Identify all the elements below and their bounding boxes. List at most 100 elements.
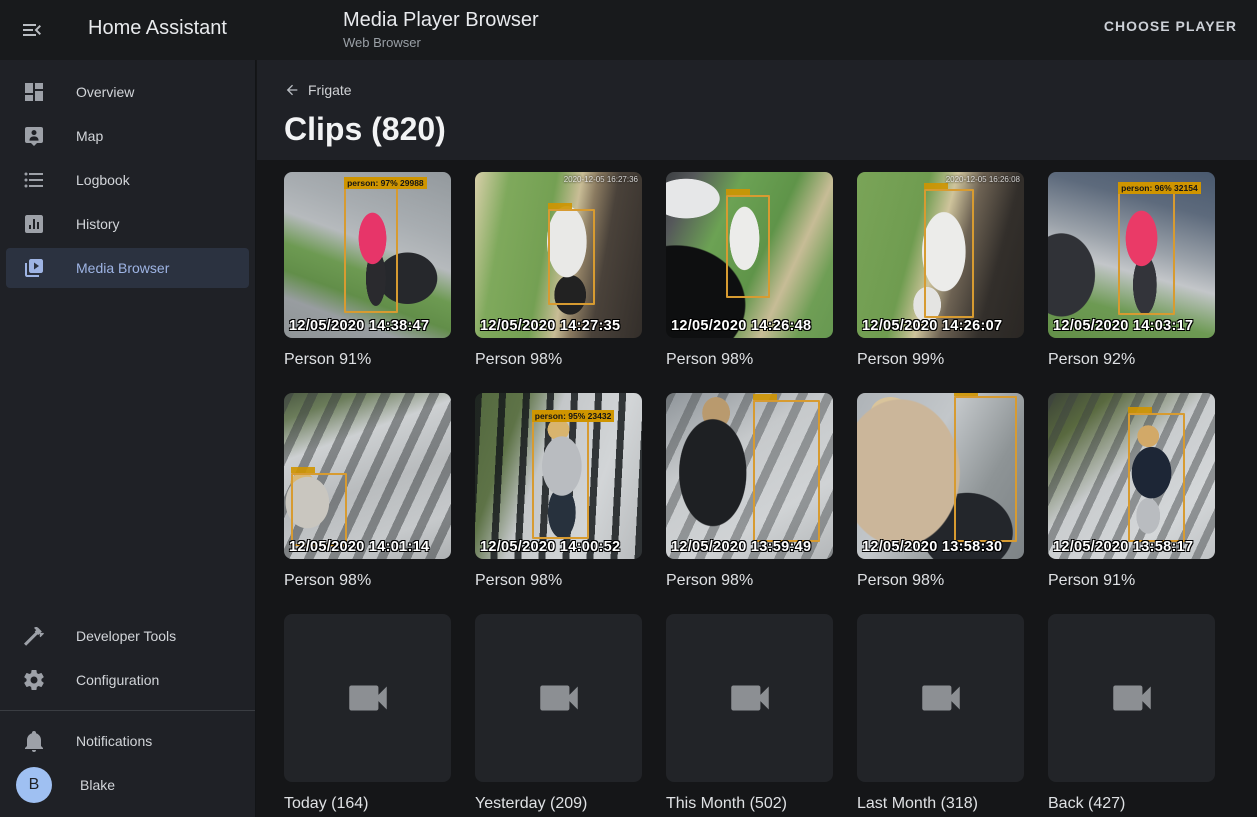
clip-thumbnail[interactable]: 12/05/2020 13:58:17 — [1048, 393, 1215, 559]
clip-timestamp-overlay: 12/05/2020 14:03:17 — [1053, 318, 1193, 334]
clip-camera-time: 2020-12-05 16:26:08 — [946, 175, 1020, 184]
breadcrumb-label: Frigate — [308, 82, 352, 98]
clip-label: Person 98% — [284, 571, 451, 590]
detection-bbox: person: 97% 29988 — [344, 187, 397, 313]
clips-grid: person: 97% 29988 12/05/2020 14:38:47 Pe… — [284, 172, 1257, 614]
sidebar-item-logbook[interactable]: Logbook — [6, 160, 249, 200]
clip-cell: 12/05/2020 13:58:17 Person 91% — [1048, 393, 1215, 614]
clip-timestamp-overlay: 12/05/2020 14:26:48 — [671, 318, 811, 334]
clip-label: Person 98% — [666, 350, 833, 369]
sidebar-nav-list: Overview Map Logbook History Media Brows… — [0, 60, 255, 292]
clip-thumbnail[interactable]: 12/05/2020 13:58:30 — [857, 393, 1024, 559]
page-title: Media Player Browser — [343, 9, 539, 32]
arrow-left-icon — [284, 82, 300, 98]
page-section-title: Clips (820) — [284, 111, 1257, 148]
sidebar-divider — [0, 710, 255, 711]
videocam-icon — [916, 673, 966, 723]
clip-timestamp-overlay: 12/05/2020 14:38:47 — [289, 318, 429, 334]
sidebar-item-configuration[interactable]: Configuration — [6, 660, 249, 700]
clip-timestamp-overlay: 12/05/2020 13:58:17 — [1053, 539, 1193, 555]
detection-bbox — [291, 473, 348, 546]
clip-cell: 12/05/2020 14:26:48 Person 98% — [666, 172, 833, 393]
clip-timestamp-overlay: 12/05/2020 13:59:49 — [671, 539, 811, 555]
sidebar-item-label: Logbook — [76, 172, 130, 188]
media-grid-area: person: 97% 29988 12/05/2020 14:38:47 Pe… — [257, 160, 1257, 817]
clip-camera-time: 2020-12-05 16:27:36 — [564, 175, 638, 184]
clip-thumbnail[interactable]: 12/05/2020 13:59:49 — [666, 393, 833, 559]
clip-thumbnail[interactable]: 12/05/2020 14:26:48 — [666, 172, 833, 338]
clip-label: Person 98% — [857, 571, 1024, 590]
folders-grid: Today (164) Yesterday (209) This Month (… — [284, 614, 1257, 817]
clip-cell: person: 97% 29988 12/05/2020 14:38:47 Pe… — [284, 172, 451, 393]
clip-label: Person 99% — [857, 350, 1024, 369]
folder-label: Last Month (318) — [857, 794, 1024, 813]
sidebar-item-label: Media Browser — [76, 260, 169, 276]
clip-label: Person 98% — [475, 350, 642, 369]
main-panel: Frigate Clips (820) person: 97% 29988 12… — [257, 60, 1257, 817]
videocam-icon — [1107, 673, 1157, 723]
sidebar-item-developer-tools[interactable]: Developer Tools — [6, 616, 249, 656]
clip-bbox-label: person: 95% 23432 — [532, 410, 615, 422]
videocam-icon — [343, 673, 393, 723]
clip-timestamp-overlay: 12/05/2020 14:01:14 — [289, 539, 429, 555]
folder-card[interactable] — [666, 614, 833, 782]
clip-cell: 2020-12-05 16:26:08 12/05/2020 14:26:07 … — [857, 172, 1024, 393]
folder-cell: Yesterday (209) — [475, 614, 642, 817]
detection-bbox — [1128, 413, 1185, 542]
sidebar-item-user[interactable]: B Blake — [6, 765, 249, 805]
history-icon — [22, 212, 46, 236]
bell-icon — [22, 729, 46, 753]
app-title: Home Assistant — [88, 17, 227, 40]
clip-cell: person: 96% 32154 12/05/2020 14:03:17 Pe… — [1048, 172, 1215, 393]
sidebar-item-overview[interactable]: Overview — [6, 72, 249, 112]
clip-cell: 12/05/2020 13:58:30 Person 98% — [857, 393, 1024, 614]
detection-bbox: person: 96% 32154 — [1118, 192, 1175, 315]
clip-thumbnail[interactable]: person: 96% 32154 12/05/2020 14:03:17 — [1048, 172, 1215, 338]
folder-card[interactable] — [857, 614, 1024, 782]
clip-thumbnail[interactable]: 2020-12-05 16:27:36 12/05/2020 14:27:35 — [475, 172, 642, 338]
developer-tools-icon — [22, 624, 46, 648]
clip-timestamp-overlay: 12/05/2020 13:58:30 — [862, 539, 1002, 555]
folder-cell: Last Month (318) — [857, 614, 1024, 817]
sidebar-item-media-browser[interactable]: Media Browser — [6, 248, 249, 288]
sidebar-item-history[interactable]: History — [6, 204, 249, 244]
clip-cell: 12/05/2020 14:01:14 Person 98% — [284, 393, 451, 614]
folder-label: Back (427) — [1048, 794, 1215, 813]
folder-label: Today (164) — [284, 794, 451, 813]
clip-label: Person 91% — [1048, 571, 1215, 590]
clip-cell: person: 95% 23432 12/05/2020 14:00:52 Pe… — [475, 393, 642, 614]
app-header: Home Assistant Media Player Browser Web … — [0, 0, 1257, 60]
clip-timestamp-overlay: 12/05/2020 14:26:07 — [862, 318, 1002, 334]
choose-player-button[interactable]: CHOOSE PLAYER — [1104, 18, 1237, 34]
folder-cell: This Month (502) — [666, 614, 833, 817]
avatar: B — [16, 767, 52, 803]
clip-label: Person 91% — [284, 350, 451, 369]
clip-thumbnail[interactable]: person: 97% 29988 12/05/2020 14:38:47 — [284, 172, 451, 338]
detection-bbox — [753, 400, 820, 543]
menu-open-icon[interactable] — [20, 18, 44, 42]
clip-thumbnail[interactable]: 12/05/2020 14:01:14 — [284, 393, 451, 559]
clip-cell: 2020-12-05 16:27:36 12/05/2020 14:27:35 … — [475, 172, 642, 393]
folder-card[interactable] — [284, 614, 451, 782]
sidebar: Overview Map Logbook History Media Brows… — [0, 60, 256, 817]
sidebar-item-map[interactable]: Map — [6, 116, 249, 156]
breadcrumb-back[interactable]: Frigate — [284, 82, 352, 98]
clip-bbox-label: person: 96% 32154 — [1118, 182, 1201, 194]
clip-bbox-label: person: 97% 29988 — [344, 177, 427, 189]
clip-thumbnail[interactable]: 2020-12-05 16:26:08 12/05/2020 14:26:07 — [857, 172, 1024, 338]
sidebar-item-label: History — [76, 216, 120, 232]
media-browser-icon — [22, 256, 46, 280]
detection-bbox — [954, 396, 1017, 542]
folder-card[interactable] — [475, 614, 642, 782]
page-subtitle: Web Browser — [343, 35, 539, 50]
sidebar-item-label: Developer Tools — [76, 628, 176, 644]
sidebar-item-notifications[interactable]: Notifications — [6, 721, 249, 761]
clip-thumbnail[interactable]: person: 95% 23432 12/05/2020 14:00:52 — [475, 393, 642, 559]
sidebar-footer: Notifications B Blake — [0, 717, 255, 817]
folder-card[interactable] — [1048, 614, 1215, 782]
detection-bbox — [726, 195, 769, 298]
clip-timestamp-overlay: 12/05/2020 14:00:52 — [480, 539, 620, 555]
dashboard-icon — [22, 80, 46, 104]
detection-bbox: person: 95% 23432 — [532, 420, 589, 540]
folder-cell: Today (164) — [284, 614, 451, 817]
